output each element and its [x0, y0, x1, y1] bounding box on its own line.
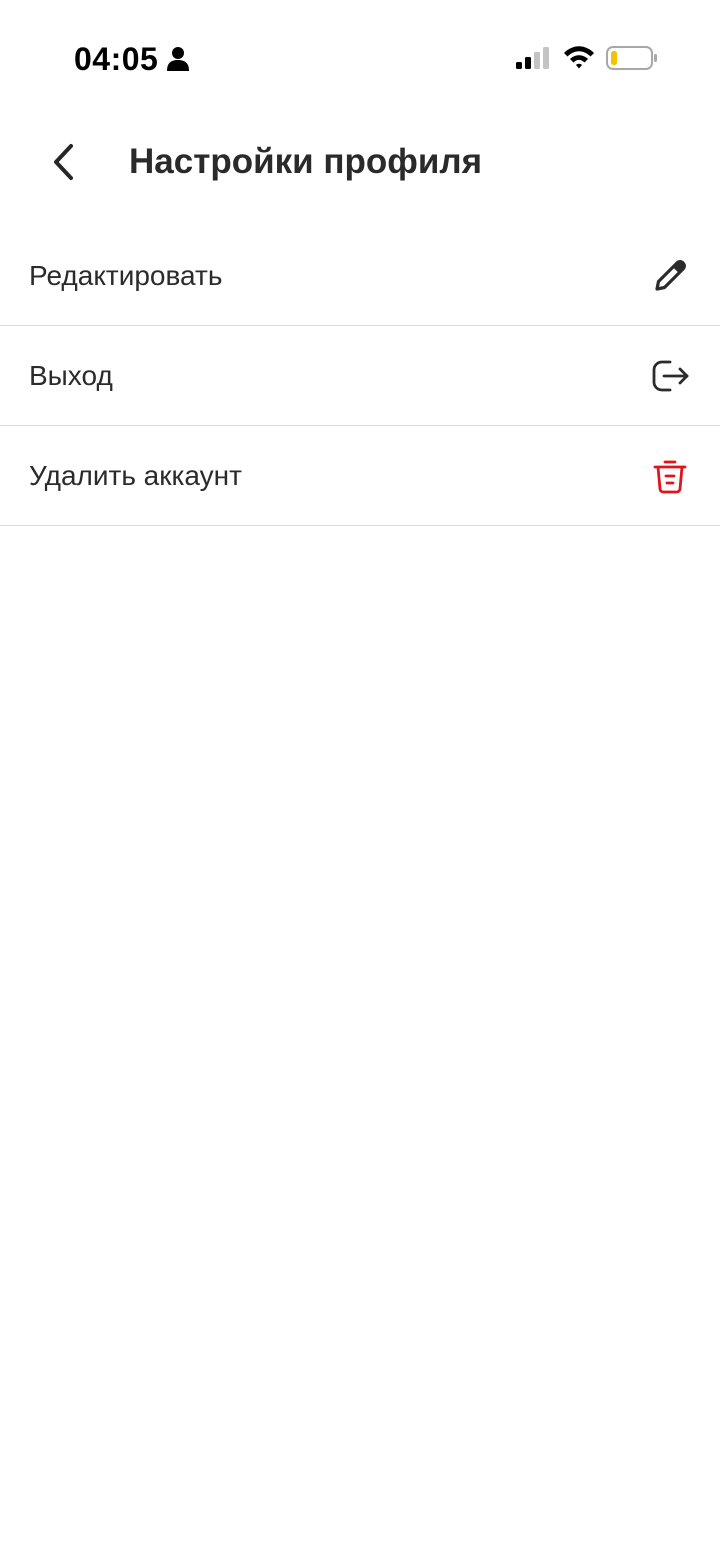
settings-menu: Редактировать Выход Удалить аккаунт [0, 226, 720, 526]
menu-item-label: Редактировать [29, 259, 223, 291]
pencil-icon [650, 256, 690, 296]
wifi-icon [564, 46, 594, 69]
page-title: Настройки профиля [129, 142, 483, 181]
status-bar: 04:05 [0, 0, 720, 110]
menu-item-label: Удалить аккаунт [29, 459, 242, 491]
menu-item-delete-account[interactable]: Удалить аккаунт [0, 426, 720, 526]
person-icon [167, 47, 189, 71]
trash-icon [650, 456, 690, 496]
cellular-signal-icon [516, 47, 549, 69]
menu-item-logout[interactable]: Выход [0, 326, 720, 426]
chevron-left-icon [54, 144, 73, 180]
header: Настройки профиля [0, 110, 720, 220]
menu-item-edit[interactable]: Редактировать [0, 226, 720, 326]
logout-icon [650, 356, 690, 396]
battery-icon [606, 46, 657, 70]
back-button[interactable] [36, 134, 92, 190]
menu-item-label: Выход [29, 359, 113, 391]
status-time: 04:05 [74, 41, 159, 77]
